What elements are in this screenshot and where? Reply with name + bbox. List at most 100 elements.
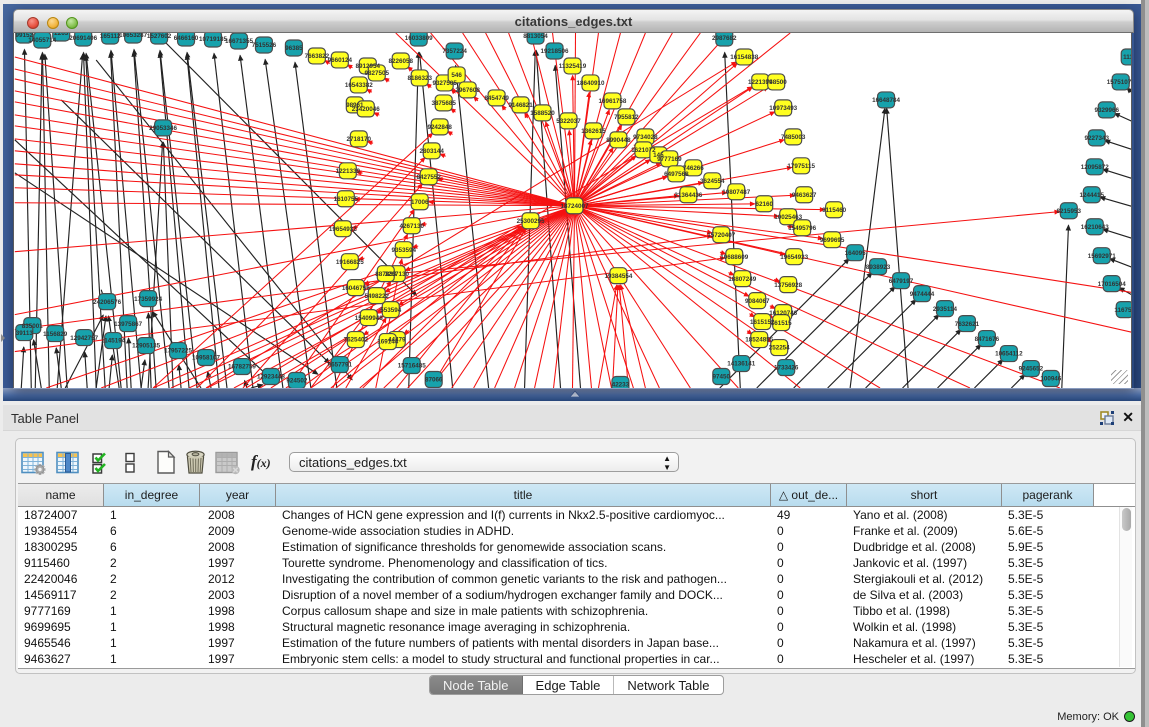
svg-text:17006: 17006 — [411, 199, 429, 206]
svg-text:16671355: 16671355 — [225, 38, 253, 45]
svg-text:100946: 100946 — [1040, 376, 1061, 383]
svg-text:748500: 748500 — [766, 79, 787, 86]
svg-text:9777169: 9777169 — [657, 156, 682, 163]
svg-text:3875685: 3875685 — [431, 100, 456, 107]
svg-text:1221339: 1221339 — [336, 168, 361, 175]
svg-text:10688609: 10688609 — [720, 254, 748, 261]
svg-text:25300295: 25300295 — [517, 218, 545, 225]
svg-text:6497568: 6497568 — [664, 171, 689, 178]
svg-text:16543382: 16543382 — [345, 82, 373, 89]
svg-text:164095: 164095 — [845, 250, 866, 257]
svg-text:17359924: 17359924 — [134, 296, 162, 303]
svg-text:1117: 1117 — [1123, 54, 1132, 61]
svg-text:16120746: 16120746 — [769, 310, 797, 317]
svg-text:10025463: 10025463 — [774, 214, 802, 221]
svg-text:14136141: 14136141 — [727, 361, 755, 368]
svg-text:18640910: 18640910 — [577, 80, 605, 87]
svg-text:9657791: 9657791 — [328, 362, 353, 369]
svg-text:1733426: 1733426 — [774, 365, 799, 372]
svg-text:9242848: 9242848 — [427, 124, 452, 131]
svg-text:9115460: 9115460 — [822, 207, 847, 214]
svg-text:10654112: 10654112 — [995, 351, 1023, 358]
svg-text:13756928: 13756928 — [774, 282, 802, 289]
svg-text:19166825: 19166825 — [336, 259, 364, 266]
svg-text:18807249: 18807249 — [728, 276, 756, 283]
svg-text:96385: 96385 — [285, 45, 303, 52]
svg-text:16648784: 16648784 — [872, 97, 900, 104]
svg-text:9827505: 9827505 — [365, 70, 390, 77]
svg-text:5322037: 5322037 — [556, 118, 581, 125]
svg-text:2718170: 2718170 — [347, 136, 372, 143]
svg-text:8226058: 8226058 — [389, 58, 414, 65]
svg-text:21364436: 21364436 — [674, 192, 702, 199]
svg-text:16961758: 16961758 — [598, 98, 626, 105]
svg-text:18724007: 18724007 — [561, 203, 589, 210]
svg-text:12923448: 12923448 — [257, 374, 285, 381]
svg-text:10807487: 10807487 — [722, 189, 750, 196]
svg-text:1362615: 1362615 — [581, 128, 606, 135]
svg-text:19218506: 19218506 — [541, 48, 569, 55]
svg-text:16154838: 16154838 — [730, 54, 758, 61]
svg-text:7515526: 7515526 — [252, 42, 277, 49]
svg-text:1588520: 1588520 — [530, 110, 555, 117]
svg-text:1527602: 1527602 — [147, 33, 172, 40]
svg-text:17016504: 17016504 — [1098, 281, 1126, 288]
svg-text:42233: 42233 — [612, 382, 630, 388]
svg-text:19654923: 19654923 — [780, 254, 808, 261]
svg-text:9463627: 9463627 — [792, 192, 817, 199]
svg-text:8427552: 8427552 — [416, 174, 441, 181]
svg-text:15716485: 15716485 — [398, 363, 426, 370]
svg-text:8186323: 8186323 — [407, 75, 432, 82]
svg-text:169144: 169144 — [377, 339, 398, 346]
svg-text:9329966: 9329966 — [1095, 107, 1120, 114]
svg-text:10719185: 10719185 — [199, 36, 227, 43]
svg-text:887833: 887833 — [375, 271, 396, 278]
svg-text:16033809: 16033809 — [405, 35, 433, 42]
svg-text:7485003: 7485003 — [781, 134, 806, 141]
svg-text:2263: 2263 — [54, 33, 68, 37]
svg-text:16046756: 16046756 — [342, 285, 370, 292]
svg-text:7663822: 7663822 — [305, 53, 330, 60]
svg-text:8938923: 8938923 — [866, 264, 891, 271]
svg-text:7955812: 7955812 — [614, 114, 639, 121]
svg-text:9699695: 9699695 — [820, 237, 845, 244]
svg-text:8454749: 8454749 — [484, 95, 509, 102]
svg-text:8215953: 8215953 — [1057, 208, 1082, 215]
svg-text:1244415: 1244415 — [1080, 192, 1105, 199]
svg-text:9084067: 9084067 — [745, 298, 770, 305]
svg-text:6479197: 6479197 — [889, 278, 914, 285]
svg-text:4267130: 4267130 — [399, 223, 424, 230]
svg-text:2967608: 2967608 — [455, 87, 480, 94]
svg-text:87066: 87066 — [425, 377, 443, 384]
svg-text:39113: 39113 — [16, 330, 34, 337]
svg-text:2803144: 2803144 — [419, 148, 444, 155]
svg-text:2987682: 2987682 — [712, 35, 737, 42]
svg-text:924502: 924502 — [286, 378, 307, 385]
svg-text:13975867: 13975867 — [114, 321, 142, 328]
svg-text:29053346: 29053346 — [149, 125, 177, 132]
svg-text:8912954: 8912954 — [356, 63, 381, 70]
svg-text:553594: 553594 — [380, 307, 401, 314]
svg-text:835001: 835001 — [22, 323, 43, 330]
svg-text:9660124: 9660124 — [328, 57, 353, 64]
svg-text:17975115: 17975115 — [787, 163, 815, 170]
svg-text:9734028: 9734028 — [633, 134, 658, 141]
svg-text:9227343: 9227343 — [1085, 135, 1110, 142]
svg-text:252254: 252254 — [769, 345, 790, 352]
svg-text:3624554: 3624554 — [700, 178, 725, 185]
svg-text:12095872: 12095872 — [1081, 164, 1109, 171]
svg-text:9327505: 9327505 — [432, 80, 457, 87]
svg-text:19654932: 19654932 — [329, 226, 357, 233]
svg-text:9245652: 9245652 — [1019, 366, 1044, 373]
svg-text:15409948: 15409948 — [355, 315, 383, 322]
svg-text:15720407: 15720407 — [707, 232, 735, 239]
svg-text:8471676: 8471676 — [975, 336, 1000, 343]
svg-text:7625402: 7625402 — [344, 337, 369, 344]
svg-text:116753: 116753 — [1114, 307, 1132, 314]
svg-text:62160: 62160 — [755, 201, 773, 208]
svg-text:6466160: 6466160 — [174, 35, 199, 42]
svg-text:11325419: 11325419 — [559, 63, 587, 70]
svg-text:7632621: 7632621 — [955, 321, 980, 328]
svg-text:8990448: 8990448 — [606, 137, 631, 144]
svg-text:19384554: 19384554 — [604, 273, 632, 280]
